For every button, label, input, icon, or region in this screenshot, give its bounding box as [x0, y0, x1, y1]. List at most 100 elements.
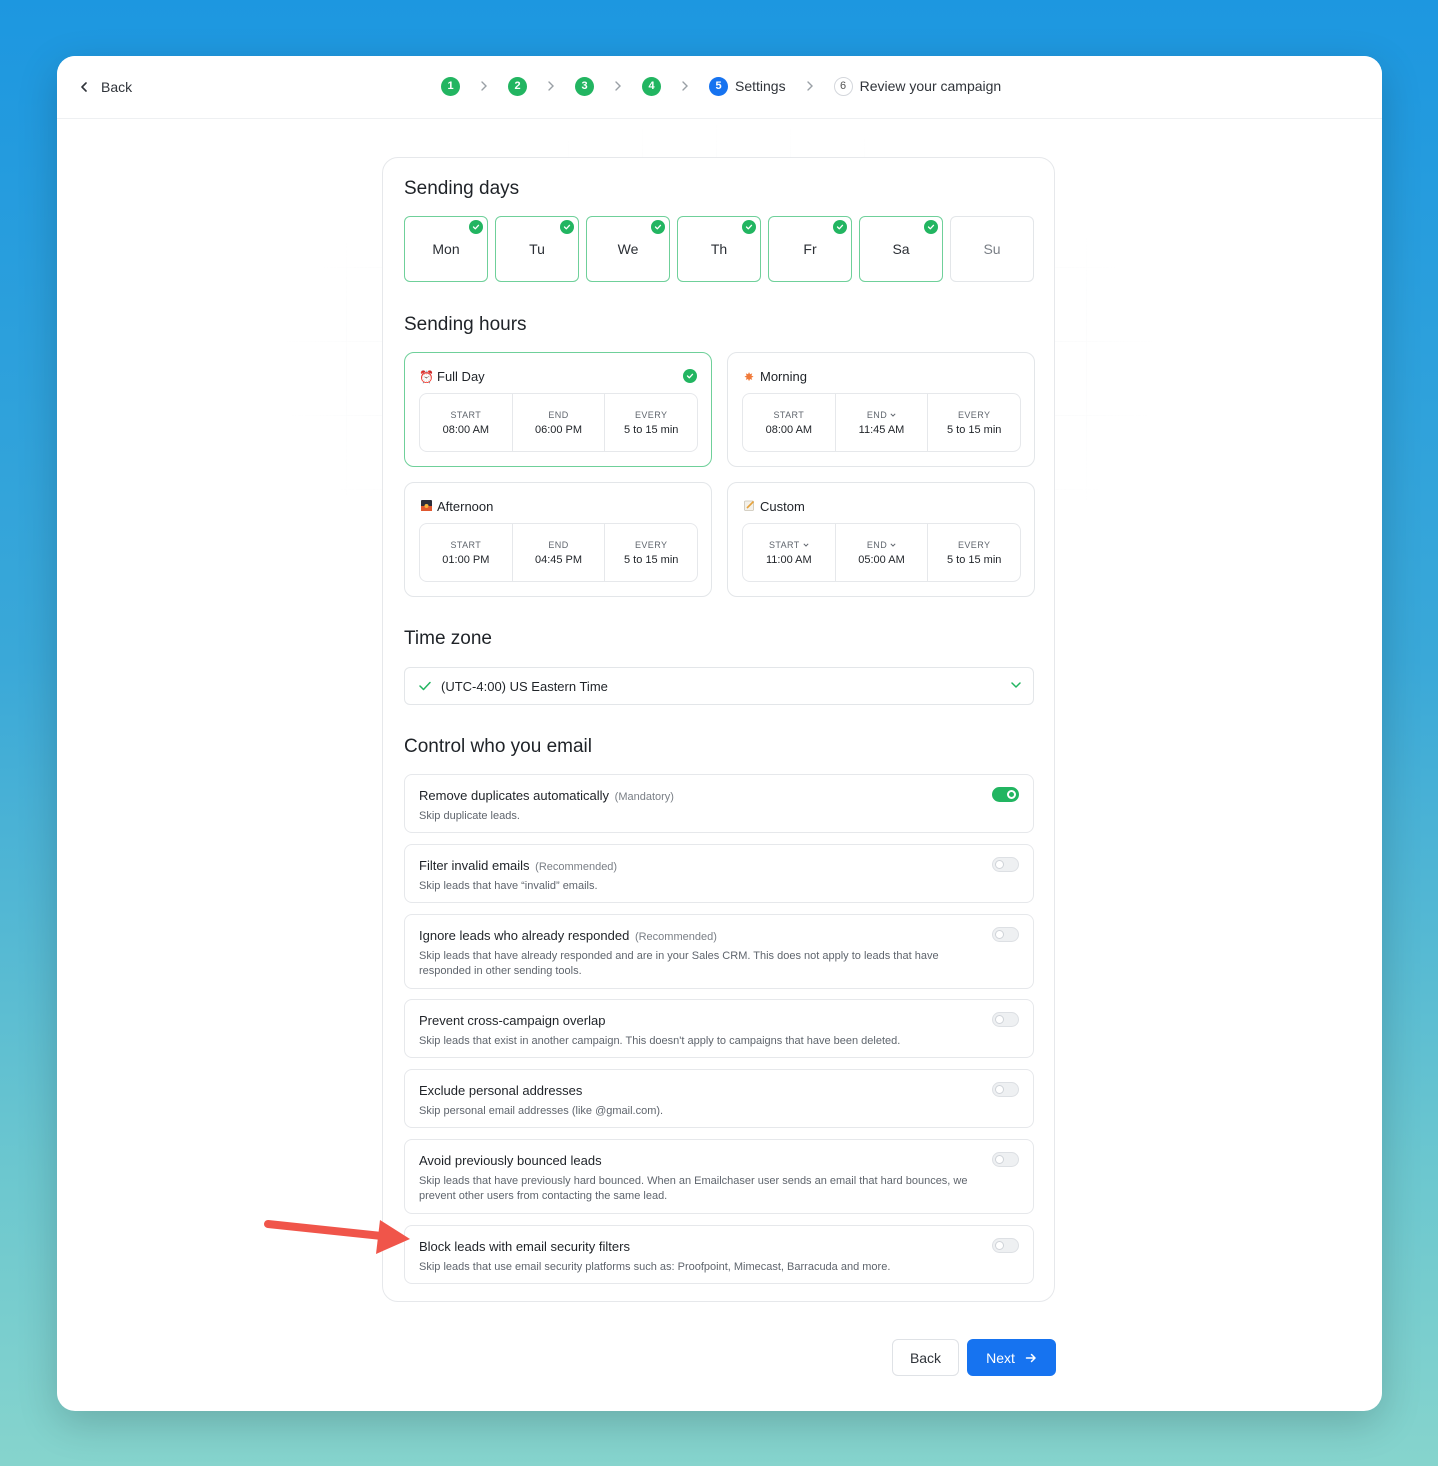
hours-option-times: START 08:00 AM END 11:45 AM EVERY 5 to 1…	[742, 393, 1021, 452]
alarm-clock-icon: ⏰	[419, 369, 434, 384]
step-1[interactable]: 1	[441, 76, 460, 96]
stepper: 1 2 3 4 5 Settings 6 Review your campaig…	[441, 74, 1001, 98]
option-title-text: Prevent cross-campaign overlap	[419, 1013, 606, 1028]
next-button[interactable]: Next	[967, 1339, 1056, 1376]
day-label: Tu	[529, 241, 545, 257]
option-cross-campaign: Prevent cross-campaign overlap Skip lead…	[404, 999, 1034, 1058]
step-5-number: 5	[709, 76, 728, 96]
option-title-text: Block leads with email security filters	[419, 1239, 630, 1254]
every-value: 5 to 15 min	[946, 423, 1002, 436]
day-mon[interactable]: Mon	[404, 216, 488, 282]
toggle-ignore-responded[interactable]	[992, 927, 1019, 942]
end-time[interactable]: END 11:45 AM	[836, 394, 929, 451]
back-link-label: Back	[101, 79, 133, 95]
start-value: 08:00 AM	[442, 423, 490, 436]
end-label: END	[866, 539, 888, 550]
toggle-knob	[995, 1085, 1004, 1094]
hours-option-full-day[interactable]: ⏰ Full Day START 08:00 AM END 06:00 PM E…	[404, 352, 712, 467]
day-tu[interactable]: Tu	[495, 216, 579, 282]
toggle-knob	[995, 1241, 1004, 1250]
start-time[interactable]: START 11:00 AM	[743, 524, 836, 581]
hours-option-morning[interactable]: ✸ Morning START 08:00 AM END 11:45 AM EV…	[727, 352, 1035, 467]
sending-hours-title: Sending hours	[404, 314, 527, 335]
step-4-number: 4	[642, 76, 661, 96]
toggle-cross-campaign[interactable]	[992, 1012, 1019, 1027]
toggle-knob	[995, 860, 1004, 869]
day-fr[interactable]: Fr	[768, 216, 852, 282]
sending-days-title: Sending days	[404, 178, 520, 199]
step-6[interactable]: 6 Review your campaign	[833, 76, 1001, 96]
end-label: END	[866, 409, 888, 420]
step-2[interactable]: 2	[508, 76, 527, 96]
end-value: 05:00 AM	[858, 553, 905, 566]
hours-option-afternoon[interactable]: Afternoon START 01:00 PM END 04:45 PM EV…	[404, 482, 712, 597]
step-3[interactable]: 3	[575, 76, 594, 96]
app-window: Back 1 2 3 4 5 Settings 6 Review your ca…	[57, 56, 1382, 1411]
hours-option-times: START 11:00 AM END 05:00 AM EVERY 5 to 1…	[742, 523, 1021, 582]
back-button[interactable]: Back	[892, 1339, 959, 1376]
back-link[interactable]: Back	[79, 76, 132, 98]
day-label: Su	[983, 241, 1001, 257]
every-value: 5 to 15 min	[623, 423, 679, 436]
settings-panel: Sending days Mon Tu We Th Fr Sa Su Sendi…	[382, 157, 1055, 1302]
end-label: END	[548, 539, 569, 550]
start-time: START 01:00 PM	[420, 524, 513, 581]
start-label: START	[769, 539, 800, 550]
hours-option-label: Afternoon	[437, 499, 494, 514]
option-tag: (Recommended)	[634, 931, 717, 943]
day-label: Mon	[432, 241, 460, 257]
footer-actions: Back Next	[892, 1339, 1056, 1376]
check-circle-icon	[469, 220, 483, 234]
option-title: Block leads with email security filters	[419, 1239, 632, 1254]
time-zone-value: (UTC-4:00) US Eastern Time	[441, 678, 608, 694]
time-zone-select[interactable]: (UTC-4:00) US Eastern Time	[404, 667, 1034, 705]
control-title: Control who you email	[404, 736, 592, 757]
option-title: Ignore leads who already responded (Reco…	[419, 928, 717, 943]
option-title: Filter invalid emails (Recommended)	[419, 858, 617, 873]
step-2-number: 2	[508, 76, 527, 96]
hours-option-times: START 01:00 PM END 04:45 PM EVERY 5 to 1…	[419, 523, 698, 582]
option-title-text: Avoid previously bounced leads	[419, 1153, 602, 1168]
chevron-left-icon	[81, 82, 87, 92]
chevron-right-icon	[615, 81, 621, 91]
check-icon	[419, 681, 431, 691]
every-label: EVERY	[635, 409, 668, 420]
every-interval: EVERY 5 to 15 min	[605, 394, 697, 451]
option-description: Skip leads that have “invalid” emails.	[419, 880, 598, 892]
end-time: END 06:00 PM	[513, 394, 606, 451]
step-4[interactable]: 4	[642, 76, 661, 96]
end-time[interactable]: END 05:00 AM	[836, 524, 929, 581]
day-su[interactable]: Su	[950, 216, 1034, 282]
arrow-right-icon	[1025, 1353, 1036, 1362]
toggle-remove-duplicates[interactable]	[992, 787, 1019, 802]
every-value: 5 to 15 min	[623, 553, 679, 566]
day-label: Th	[710, 241, 728, 257]
step-6-number: 6	[833, 76, 853, 96]
every-value: 5 to 15 min	[946, 553, 1002, 566]
day-sa[interactable]: Sa	[859, 216, 943, 282]
toggle-avoid-bounced[interactable]	[992, 1152, 1019, 1167]
toggle-exclude-personal[interactable]	[992, 1082, 1019, 1097]
day-we[interactable]: We	[586, 216, 670, 282]
step-separator	[594, 81, 642, 91]
toggle-filter-invalid[interactable]	[992, 857, 1019, 872]
end-value: 04:45 PM	[534, 553, 583, 566]
option-tag: (Mandatory)	[614, 791, 674, 803]
sunset-icon	[419, 499, 433, 514]
option-description: Skip leads that exist in another campaig…	[419, 1035, 901, 1047]
option-description: Skip leads that use email security platf…	[419, 1261, 891, 1273]
toggle-security-filters[interactable]	[992, 1238, 1019, 1253]
chevron-down-icon	[890, 542, 896, 547]
option-title: Remove duplicates automatically (Mandato…	[419, 788, 674, 803]
hours-option-custom[interactable]: Custom START 11:00 AM END 05:00 AM EVERY…	[727, 482, 1035, 597]
end-label-wrap: END	[867, 410, 896, 420]
hours-option-title: Afternoon	[419, 499, 493, 514]
start-value: 08:00 AM	[765, 423, 813, 436]
day-th[interactable]: Th	[677, 216, 761, 282]
option-description: Skip personal email addresses (like @gma…	[419, 1105, 664, 1117]
hours-option-label: Morning	[760, 369, 807, 384]
chevron-right-icon	[481, 81, 487, 91]
step-5[interactable]: 5 Settings	[709, 76, 786, 96]
start-label-wrap: START	[769, 540, 809, 550]
chevron-right-icon	[682, 81, 688, 91]
